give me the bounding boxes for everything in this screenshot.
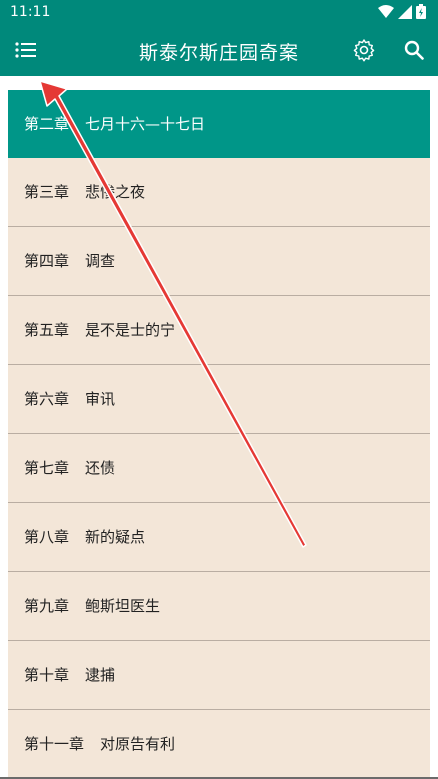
chapter-title: 七月十六—十七日 (85, 115, 206, 133)
chapter-item[interactable]: 第十章 逮捕 (8, 641, 430, 710)
gear-icon (353, 39, 375, 62)
chapter-title: 对原告有利 (100, 735, 176, 753)
chapter-title: 是不是士的宁 (85, 321, 176, 339)
chapter-item[interactable]: 第三章 悲惨之夜 (8, 158, 430, 227)
search-button[interactable] (400, 36, 428, 64)
app-bar: 斯泰尔斯庄园奇案 (0, 24, 438, 76)
chapter-item[interactable]: 第九章 鲍斯坦医生 (8, 572, 430, 641)
chapter-list: 第二章 七月十六—十七日 第三章 悲惨之夜 第四章 调查 第五章 是不是士的宁 第六章 审讯 第七章… (8, 90, 430, 779)
status-bar: 11:11 (0, 0, 438, 24)
chapter-number: 第五章 (24, 321, 70, 339)
settings-button[interactable] (350, 36, 378, 64)
chapter-item[interactable]: 第二章 七月十六—十七日 (8, 90, 430, 158)
chapter-title: 新的疑点 (85, 528, 146, 546)
chapter-item[interactable]: 第六章 审讯 (8, 365, 430, 434)
chapter-number: 第二章 (24, 115, 70, 133)
chapter-item[interactable]: 第五章 是不是士的宁 (8, 296, 430, 365)
chapter-number: 第三章 (24, 183, 70, 201)
chapter-title: 调查 (85, 252, 116, 270)
chapter-title: 悲惨之夜 (85, 183, 146, 201)
search-icon (404, 40, 424, 60)
battery-icon (416, 4, 426, 19)
chapter-number: 第十章 (24, 666, 70, 684)
chapter-number: 第四章 (24, 252, 70, 270)
system-icons (378, 4, 426, 19)
chapter-number: 第九章 (24, 597, 70, 615)
chapter-number: 第六章 (24, 390, 70, 408)
chapter-title: 逮捕 (85, 666, 116, 684)
signal-icon (398, 4, 412, 19)
chapter-item[interactable]: 第七章 还债 (8, 434, 430, 503)
chapter-number: 第八章 (24, 528, 70, 546)
wifi-icon (378, 4, 394, 18)
chapter-number: 第十一章 (24, 735, 85, 753)
chapter-title: 审讯 (85, 390, 116, 408)
chapter-item[interactable]: 第十一章 对原告有利 (8, 710, 430, 779)
status-time: 11:11 (10, 4, 51, 20)
chapter-number: 第七章 (24, 459, 70, 477)
chapter-title: 还债 (85, 459, 116, 477)
chapter-item[interactable]: 第八章 新的疑点 (8, 503, 430, 572)
chapter-title: 鲍斯坦医生 (85, 597, 161, 615)
chapter-item[interactable]: 第四章 调查 (8, 227, 430, 296)
